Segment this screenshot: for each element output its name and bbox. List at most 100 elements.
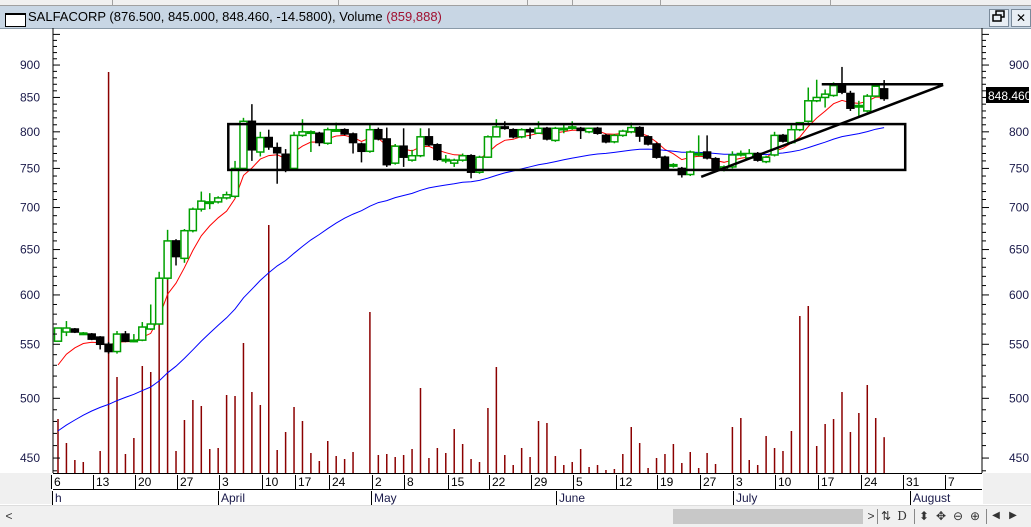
candle-down [70,328,80,333]
candlesticks [53,66,889,354]
candle-down [525,128,535,133]
price-label-right: 900 [1009,58,1029,72]
toolbar-divider [914,509,915,524]
date-label: 6 [51,475,61,489]
scroll-left-button[interactable]: < [2,508,16,524]
candle-up [618,130,628,137]
candle-up [79,332,88,336]
date-label: 17 [295,475,311,489]
previous-icon[interactable]: ◀ [989,508,1003,524]
tab-divider [112,0,113,5]
price-label-right: 650 [1009,243,1029,257]
candle-up [154,277,164,325]
candle-up [256,136,265,153]
candle-down [424,136,434,146]
month-label: h [52,491,62,505]
candle-down [660,156,670,170]
candle-down [281,153,290,170]
volume-value: (859,888) [386,9,442,24]
candle-up [239,120,248,170]
chart-window-titlebar: SALFACORP (876.500, 845.000, 848.460, -1… [0,6,1031,29]
date-label: 27 [177,475,193,489]
daily-period-button[interactable]: D [895,508,909,524]
price-label-right: 600 [1009,288,1029,302]
candle-up [407,154,417,161]
date-label: 10 [775,475,791,489]
price-chart[interactable]: 9009008508508008007507507007006506506006… [0,28,1031,473]
tab-divider [338,0,339,5]
candle-down [837,84,847,93]
candle-up [441,158,451,162]
candle-up [854,104,864,108]
horizontal-scrollbar-thumb[interactable] [673,509,863,524]
candle-up [289,134,299,170]
date-label: 17 [818,475,834,489]
month-label: July [733,491,757,505]
candle-up [298,131,307,137]
candle-down [357,143,366,153]
candle-up [483,136,493,158]
zoom-out-icon[interactable]: ⊖ [951,508,965,524]
candle-up [390,145,400,164]
candle-up [669,163,678,167]
candle-up [812,96,821,102]
close-window-button[interactable]: ✕ [1011,9,1031,27]
date-axis[interactable]: 6 13 20 27 3 10 17 24 2 8 15 22 29 5 12 19 27 3 10 17 24 31 7 … [51,473,982,505]
month-label: June [556,491,585,505]
tab-divider [527,0,528,5]
price-label-right: 800 [1009,125,1029,139]
vertical-fit-icon[interactable]: ⬍ [917,508,931,524]
date-label: 5 [573,475,583,489]
candle-up [230,167,240,198]
price-label-right: 750 [1009,161,1029,175]
candle-up [222,193,231,199]
candle-down [348,133,358,144]
candle-up [331,128,341,132]
candle-up [138,326,147,341]
candle-down [500,126,510,130]
candle-down [652,143,661,158]
day-row: 6 13 20 27 3 10 17 24 2 8 15 22 29 5 12 19 27 3 10 17 24 31 7 [51,474,982,490]
price-label-left: 900 [20,58,40,72]
candle-down [593,127,602,134]
month-label: April [218,491,245,505]
candle-up [820,93,830,99]
candle-up [449,159,459,164]
zoom-in-icon[interactable]: ⊕ [968,508,982,524]
candle-down [635,126,644,137]
tab-divider [572,0,573,5]
candle-up [863,95,872,112]
date-label: 29 [531,475,547,489]
price-label-right: 550 [1009,337,1029,351]
candle-down [508,128,518,138]
scroll-right-button[interactable]: > [864,508,878,524]
candle-up [306,131,316,135]
candle-up [213,197,223,203]
restore-window-button[interactable] [989,9,1009,27]
last-price-tag: 848.460 [986,87,1031,103]
date-label: 2 [372,475,382,489]
date-label: 20 [135,475,151,489]
month-label: August [910,491,950,505]
window-icon [5,13,26,27]
price-label-left: 850 [20,90,40,104]
date-label: 7 [945,475,955,489]
candle-up [559,127,569,131]
candle-down [778,134,788,142]
candle-down [576,127,585,132]
date-label: 31 [903,475,919,489]
move-icon[interactable]: ✥ [934,508,948,524]
date-label: 24 [329,475,345,489]
date-label: 8 [404,475,414,489]
refresh-icon[interactable]: ⇅ [879,508,893,524]
date-label: 13 [93,475,109,489]
candle-up [365,128,375,153]
candle-up [517,128,526,138]
candle-up [736,152,746,156]
candle-down [121,333,130,342]
candle-up [62,327,71,333]
next-icon[interactable]: ▶ [1006,508,1020,524]
candle-down [433,143,442,161]
candle-down [382,138,392,166]
candle-down [247,120,257,151]
